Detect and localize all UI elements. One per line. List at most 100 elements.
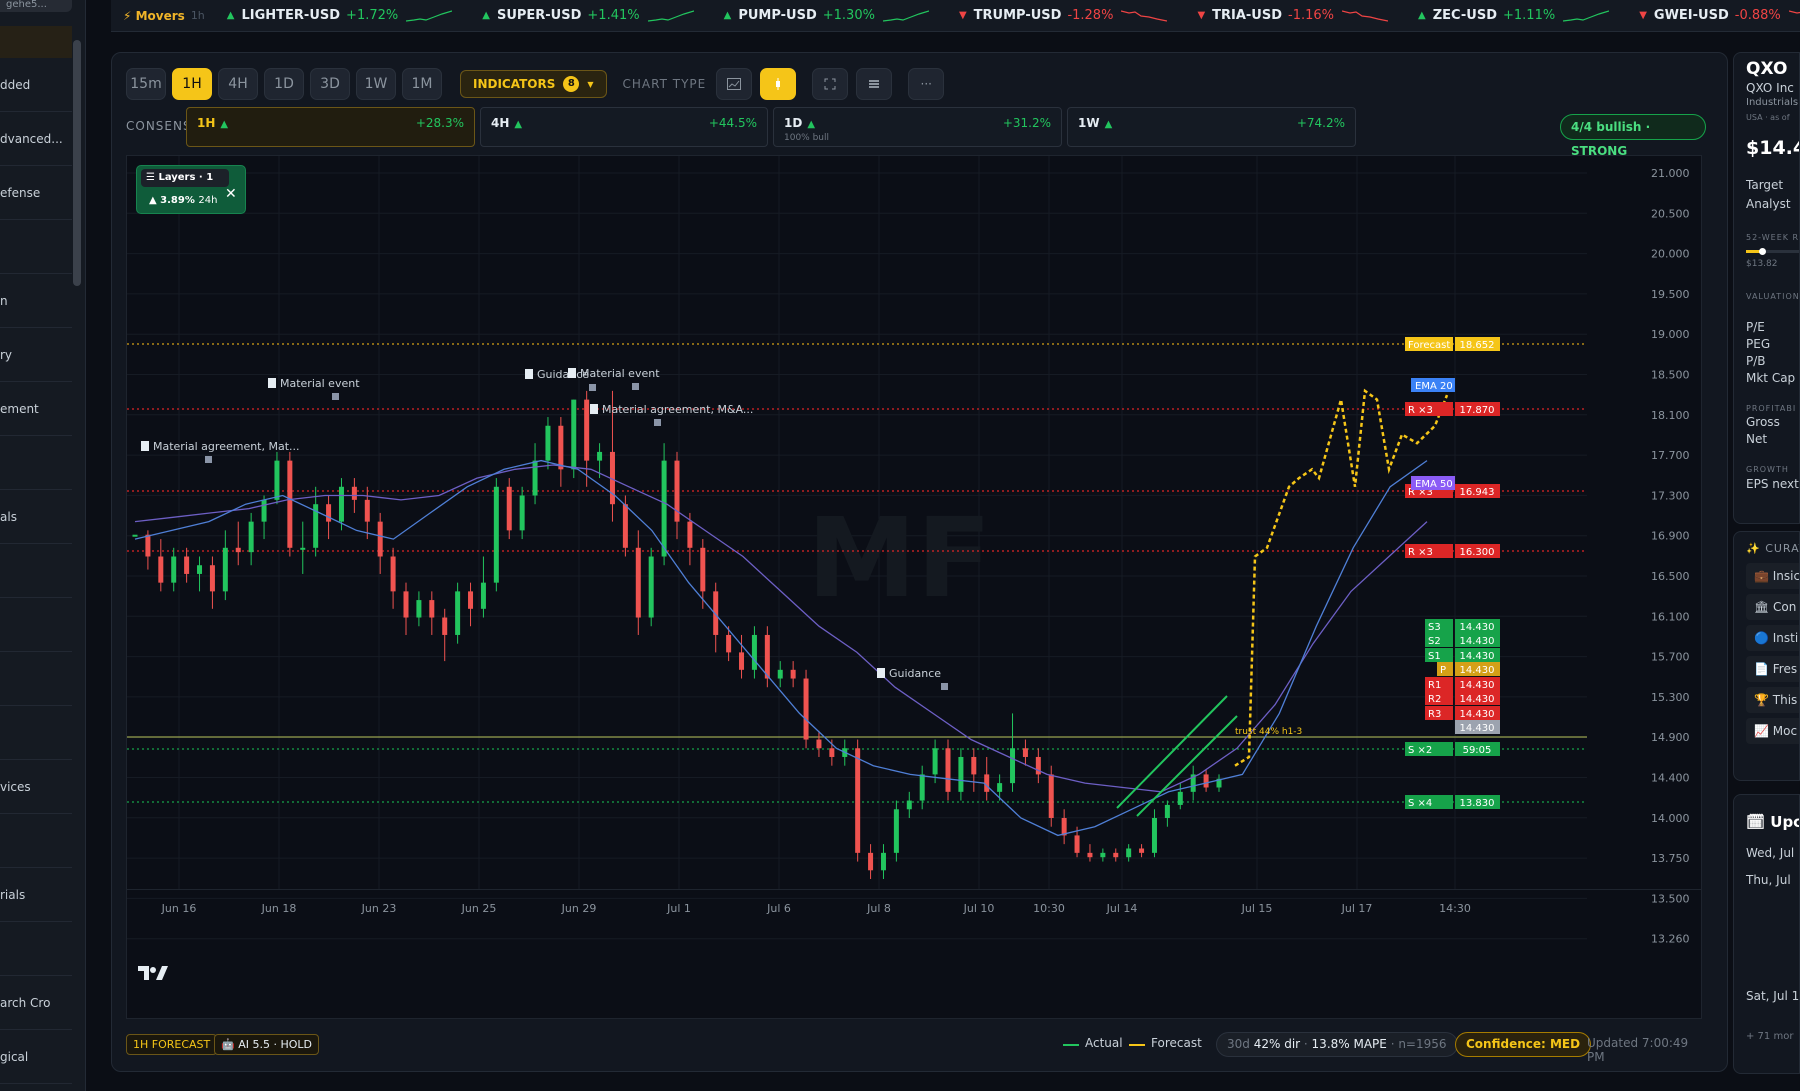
x-tick-label: Jun 16 — [161, 902, 197, 915]
ticker-item[interactable]: ▲ PUMP-USD +1.30% — [724, 8, 929, 24]
candle-body — [222, 547, 228, 592]
sidebar-item[interactable]: ement — [0, 382, 72, 436]
candle-body — [932, 748, 938, 775]
consensus-change: +28.3% — [415, 116, 464, 130]
event-marker[interactable]: Guidance — [877, 667, 948, 690]
more-options-button[interactable]: ··· — [908, 68, 945, 100]
indicators-button[interactable]: INDICATORS 8 ▼ — [460, 70, 607, 98]
price-tag-label: S3 — [1428, 622, 1441, 633]
candle-body — [287, 460, 293, 548]
forecast-timeframe-tag: 1H FORECAST — [126, 1034, 218, 1055]
sidebar-item[interactable]: efense — [0, 166, 72, 220]
candle — [945, 739, 951, 801]
upcoming-more[interactable]: + 71 mor — [1746, 1031, 1793, 1042]
sidebar-item[interactable]: dded — [0, 58, 72, 112]
timeframe-button[interactable]: 1H — [172, 68, 212, 100]
fullscreen-button[interactable] — [812, 68, 849, 100]
timeframe-button[interactable]: 15m — [126, 68, 166, 100]
price-tag-label: P — [1440, 665, 1446, 676]
table-view-button[interactable] — [856, 68, 893, 100]
stat-mape: 13.8% MAPE — [1311, 1037, 1387, 1051]
curated-item[interactable]: 🔵 Insti — [1746, 625, 1799, 651]
sidebar-active-item[interactable] — [0, 26, 72, 58]
curated-item[interactable]: 🏛 Con — [1746, 594, 1799, 620]
candle — [261, 495, 267, 540]
ticker-item[interactable]: ▲ LIGHTER-USD +1.72% — [227, 8, 453, 24]
chart-canvas[interactable]: 21.000 20.500 20.000 19.500 19.000 18.500 18.1… — [127, 156, 1702, 1019]
event-marker[interactable]: Material agreement, Mat... — [141, 440, 300, 463]
stat-period: 30d — [1227, 1037, 1250, 1051]
event-anchor — [205, 456, 212, 463]
curated-item[interactable]: 📄 Fres — [1746, 656, 1799, 682]
candle-body — [338, 486, 344, 522]
sidebar-item[interactable]: ry — [0, 328, 72, 382]
sidebar-item[interactable]: n — [0, 274, 72, 328]
stock-sector: Industrials — [1746, 97, 1799, 108]
timeframe-button[interactable]: 1M — [402, 68, 442, 100]
sidebar-item[interactable]: dvanced... — [0, 112, 72, 166]
sparkline — [647, 9, 694, 22]
ticker-item[interactable]: ▼ TRIA-USD -1.16% — [1197, 8, 1389, 24]
candle-body — [1164, 804, 1170, 818]
sidebar-item[interactable] — [0, 220, 72, 274]
price-tag-label: R ×3 — [1408, 547, 1433, 558]
consensus-card-4h[interactable]: 4H ▲ +44.5% — [480, 107, 768, 147]
sidebar-item[interactable] — [0, 814, 72, 868]
sidebar-item[interactable] — [0, 544, 72, 598]
event-marker[interactable]: Material event — [268, 377, 360, 400]
sidebar-item[interactable] — [0, 652, 72, 706]
layers-title[interactable]: ☰ Layers · 1 — [141, 169, 229, 187]
close-icon[interactable]: ✕ — [225, 186, 237, 202]
layers-panel[interactable]: ☰ Layers · 1 ▲ 3.89% 24h ✕ — [136, 165, 246, 214]
candle — [1126, 844, 1132, 862]
candle — [493, 478, 499, 592]
candle-body — [1087, 852, 1093, 858]
sidebar-item[interactable] — [0, 706, 72, 760]
timeframe-button[interactable]: 1W — [356, 68, 396, 100]
x-tick-label: Jun 23 — [361, 902, 397, 915]
sidebar-item[interactable] — [0, 598, 72, 652]
curated-item[interactable]: 📈 Moc — [1746, 718, 1799, 744]
tradingview-logo[interactable] — [138, 964, 168, 987]
candle-chart-button[interactable] — [760, 68, 797, 100]
consensus-card-1h[interactable]: 1H ▲ +28.3% — [186, 107, 475, 147]
sidebar-scrollbar[interactable] — [73, 40, 81, 286]
document-icon — [568, 368, 576, 378]
line-chart-button[interactable] — [716, 68, 753, 100]
week52-marker — [1759, 248, 1766, 255]
candle — [480, 556, 486, 618]
timeframe-button[interactable]: 4H — [218, 68, 258, 100]
candle — [984, 756, 990, 801]
ticker-item[interactable]: ▲ ZEC-USD +1.11% — [1418, 8, 1610, 24]
price-tag-label: R ×3 — [1408, 405, 1433, 416]
consensus-card-1d[interactable]: 1D ▲ +31.2% 100% bull — [773, 107, 1062, 147]
document-icon — [877, 668, 885, 678]
sidebar-item[interactable]: arch Cro — [0, 976, 72, 1030]
timeframe-button[interactable]: 1D — [264, 68, 304, 100]
sidebar-item[interactable] — [0, 436, 72, 490]
sparkline-line — [647, 9, 694, 22]
ticker-item[interactable]: ▲ SUPER-USD +1.41% — [482, 8, 694, 24]
sidebar-item[interactable]: rials — [0, 868, 72, 922]
event-label: Material agreement, Mat... — [153, 440, 300, 453]
sidebar-item[interactable]: gical — [0, 1030, 72, 1084]
consensus-card-1w[interactable]: 1W ▲ +74.2% — [1067, 107, 1356, 147]
price-tag-label: S2 — [1428, 636, 1441, 647]
curated-item[interactable]: 💼 Insic — [1746, 563, 1799, 589]
sidebar-item[interactable]: als — [0, 490, 72, 544]
candle-body — [739, 652, 745, 670]
ticker-item[interactable]: ▼ TRUMP-USD -1.28% — [959, 8, 1168, 24]
event-marker[interactable]: Material event — [568, 367, 660, 390]
sidebar-item[interactable] — [0, 922, 72, 976]
curated-item[interactable]: 🏆 This — [1746, 687, 1799, 713]
price-tag-value: 16.943 — [1460, 487, 1495, 498]
timeframe-button[interactable]: 3D — [310, 68, 350, 100]
price-tag: Forecast 18.652 — [1405, 337, 1500, 351]
event-marker[interactable]: Material agreement, M&A... — [590, 403, 753, 426]
price-chart[interactable]: 21.000 20.500 20.000 19.500 19.000 18.500 18.1… — [126, 155, 1702, 1019]
ticker-item[interactable]: ▼ GWEI-USD -0.88% — [1639, 8, 1800, 24]
tv-logo-mark — [138, 966, 168, 980]
sidebar-item[interactable]: vices — [0, 760, 72, 814]
candle-body — [855, 748, 861, 853]
upcoming-date: Thu, Jul — [1746, 873, 1791, 887]
